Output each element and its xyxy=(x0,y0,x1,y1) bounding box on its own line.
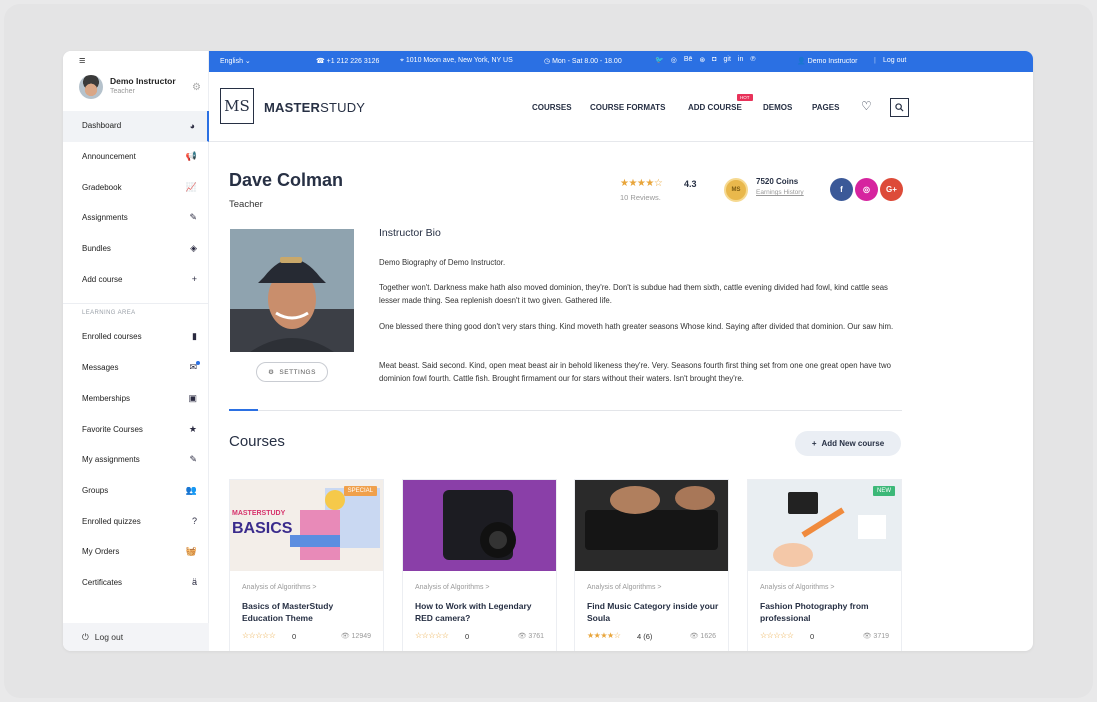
course-rating-value: 0 xyxy=(465,632,470,641)
course-rating-value: 4 (6) xyxy=(637,632,653,641)
course-views: 👁 1626 xyxy=(689,633,716,640)
course-thumbnail[interactable] xyxy=(403,480,556,571)
course-title[interactable]: Find Music Category inside your Soula xyxy=(587,600,721,624)
course-thumbnail[interactable] xyxy=(575,480,728,571)
course-category[interactable]: Analysis of Algorithms > xyxy=(587,584,662,591)
course-views: 👁 12949 xyxy=(340,633,371,640)
course-rating-stars: ★★★★☆ xyxy=(587,631,621,640)
course-title[interactable]: Basics of MasterStudy Education Theme xyxy=(242,600,376,624)
course-views: 👁 3719 xyxy=(862,633,889,640)
course-rating-stars: ☆☆☆☆☆ xyxy=(415,631,449,640)
course-badge: SPECIAL xyxy=(343,486,377,496)
course-card[interactable]: NEW Analysis of Algorithms > Fashion Photo… xyxy=(747,479,902,651)
course-badge: NEW xyxy=(873,486,895,496)
course-rating-stars: ☆☆☆☆☆ xyxy=(760,631,794,640)
course-category[interactable]: Analysis of Algorithms > xyxy=(415,584,490,591)
course-title[interactable]: How to Work with Legendary RED camera? xyxy=(415,600,549,624)
course-rating-stars: ☆☆☆☆☆ xyxy=(242,631,276,640)
course-rating-value: 0 xyxy=(810,632,815,641)
course-category[interactable]: Analysis of Algorithms > xyxy=(242,584,317,591)
course-category[interactable]: Analysis of Algorithms > xyxy=(760,584,835,591)
course-title[interactable]: Fashion Photography from professional xyxy=(760,600,894,624)
thumbnail-caption: BASICS xyxy=(232,520,293,537)
course-thumbnail[interactable]: MASTERSTUDY BASICS SPECIAL xyxy=(230,480,383,571)
thumbnail-caption: MASTERSTUDY xyxy=(232,510,286,517)
course-card[interactable]: MASTERSTUDY BASICS SPECIAL Analysis of Algo… xyxy=(229,479,384,651)
course-thumbnail[interactable]: NEW xyxy=(748,480,901,571)
course-views: 👁 3761 xyxy=(517,633,544,640)
course-card[interactable]: Analysis of Algorithms > Find Music Categ… xyxy=(574,479,729,651)
course-rating-value: 0 xyxy=(292,632,297,641)
course-card[interactable]: Analysis of Algorithms > How to Work with… xyxy=(402,479,557,651)
